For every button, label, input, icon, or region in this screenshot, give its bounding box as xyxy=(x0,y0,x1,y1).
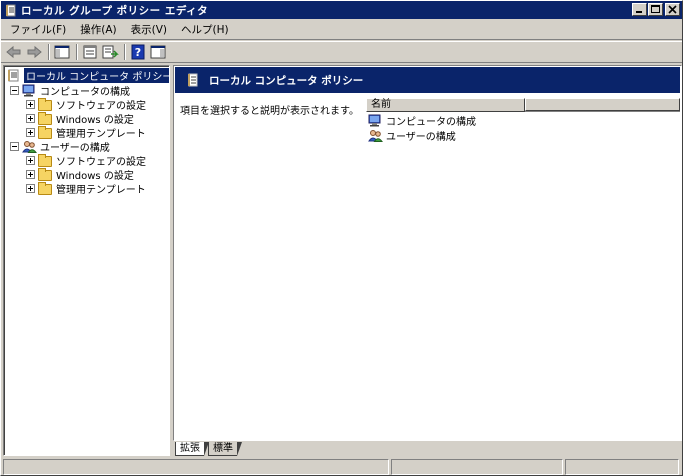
menu-file[interactable]: ファイル(F) xyxy=(3,21,73,39)
folder-icon xyxy=(38,125,53,139)
back-button[interactable] xyxy=(5,44,23,60)
toolbar-separator xyxy=(76,44,78,60)
window-title: ローカル グループ ポリシー エディタ xyxy=(21,4,209,17)
users-icon xyxy=(368,129,383,142)
show-hide-action-pane-button[interactable] xyxy=(149,44,167,60)
users-icon xyxy=(22,140,37,153)
tree-label-user-config: ユーザーの構成 xyxy=(40,142,110,154)
menu-help[interactable]: ヘルプ(H) xyxy=(174,21,236,39)
tree-item-computer-admin-templates[interactable]: 管理用テンプレート xyxy=(26,125,146,140)
minimize-icon xyxy=(636,11,642,13)
details-header: ローカル コンピュータ ポリシー xyxy=(175,67,680,93)
column-header-name[interactable]: 名前 xyxy=(366,98,525,112)
minimize-button[interactable] xyxy=(632,3,647,16)
tree-item-user-admin-templates[interactable]: 管理用テンプレート xyxy=(26,181,146,196)
status-cell-main xyxy=(3,459,389,475)
caption-buttons xyxy=(631,3,680,16)
forward-arrow-icon xyxy=(27,45,42,59)
menu-bar: ファイル(F) 操作(A) 表示(V) ヘルプ(H) xyxy=(1,20,682,40)
tree-item-user-windows-settings[interactable]: Windows の設定 xyxy=(26,167,134,182)
show-hide-tree-icon xyxy=(54,45,70,59)
tree-item-computer-windows-settings[interactable]: Windows の設定 xyxy=(26,111,134,126)
export-list-icon xyxy=(102,45,119,59)
folder-icon xyxy=(38,181,53,195)
policy-editor-icon xyxy=(5,4,18,17)
list-item[interactable]: コンピュータの構成 xyxy=(366,113,680,128)
column-header-filler xyxy=(525,98,680,111)
computer-icon xyxy=(22,84,37,97)
tree-label: ソフトウェアの設定 xyxy=(56,156,146,168)
policy-document-icon xyxy=(187,73,199,87)
status-cell-2 xyxy=(391,459,563,475)
list-item-label: ユーザーの構成 xyxy=(386,131,456,143)
toolbar-separator xyxy=(48,44,50,60)
show-hide-tree-button[interactable] xyxy=(53,44,71,60)
view-tabs: 拡張 標準 xyxy=(175,442,242,456)
tab-standard[interactable]: 標準 xyxy=(208,442,242,456)
forward-button[interactable] xyxy=(25,44,43,60)
expand-icon[interactable] xyxy=(26,99,35,109)
toolbar: ? xyxy=(1,41,682,63)
help-button[interactable]: ? xyxy=(129,44,147,60)
computer-icon xyxy=(368,114,383,127)
description-text: 項目を選択すると説明が表示されます。 xyxy=(180,106,359,117)
details-pane[interactable]: ローカル コンピュータ ポリシー 項目を選択すると説明が表示されます。 名前 コ… xyxy=(173,65,682,441)
back-arrow-icon xyxy=(6,45,21,59)
collapse-icon[interactable] xyxy=(10,85,19,95)
toolbar-separator xyxy=(124,44,126,60)
details-title: ローカル コンピュータ ポリシー xyxy=(209,74,364,87)
svg-text:?: ? xyxy=(135,46,141,59)
folder-icon xyxy=(38,111,53,125)
tree-label: ソフトウェアの設定 xyxy=(56,100,146,112)
tree-item-root[interactable]: ローカル コンピュータ ポリシー xyxy=(6,66,169,84)
status-bar xyxy=(3,459,681,475)
menu-action[interactable]: 操作(A) xyxy=(73,21,123,39)
folder-icon xyxy=(38,167,53,181)
console-tree[interactable]: ローカル コンピュータ ポリシー コンピュータの構成 ソフトウェアの設定 Win… xyxy=(3,65,170,456)
tree-item-computer-config[interactable]: コンピュータの構成 xyxy=(10,83,130,98)
export-list-button[interactable] xyxy=(101,44,119,60)
app-window: ローカル グループ ポリシー エディタ ファイル(F) 操作(A) 表示(V) … xyxy=(0,0,683,476)
maximize-button[interactable] xyxy=(648,3,663,16)
maximize-icon xyxy=(651,5,660,13)
collapse-icon[interactable] xyxy=(10,141,19,151)
properties-icon xyxy=(83,45,97,59)
tree-item-user-config[interactable]: ユーザーの構成 xyxy=(10,139,110,154)
list-item-label: コンピュータの構成 xyxy=(386,116,476,128)
item-list[interactable]: 名前 コンピュータの構成 ユーザーの構成 xyxy=(366,98,680,143)
tree-label: 管理用テンプレート xyxy=(56,128,146,140)
expand-icon[interactable] xyxy=(26,113,35,123)
close-icon xyxy=(668,5,677,14)
title-bar[interactable]: ローカル グループ ポリシー エディタ xyxy=(1,1,682,19)
tree-item-computer-software-settings[interactable]: ソフトウェアの設定 xyxy=(26,97,146,112)
show-hide-action-pane-icon xyxy=(150,45,166,59)
expand-icon[interactable] xyxy=(26,127,35,137)
list-header: 名前 xyxy=(366,98,680,112)
tree-label-computer-config: コンピュータの構成 xyxy=(40,86,130,98)
expand-icon[interactable] xyxy=(26,169,35,179)
status-cell-3 xyxy=(565,459,679,475)
expand-icon[interactable] xyxy=(26,155,35,165)
tree-label-root[interactable]: ローカル コンピュータ ポリシー xyxy=(22,66,169,84)
tab-extended[interactable]: 拡張 xyxy=(175,442,209,456)
policy-document-icon xyxy=(6,69,21,82)
properties-button[interactable] xyxy=(81,44,99,60)
folder-icon xyxy=(38,153,53,167)
folder-icon xyxy=(38,97,53,111)
list-item[interactable]: ユーザーの構成 xyxy=(366,128,680,143)
tree-label: Windows の設定 xyxy=(56,114,134,126)
close-button[interactable] xyxy=(665,3,680,16)
tree-label: 管理用テンプレート xyxy=(56,184,146,196)
menu-view[interactable]: 表示(V) xyxy=(124,21,174,39)
expand-icon[interactable] xyxy=(26,183,35,193)
tree-item-user-software-settings[interactable]: ソフトウェアの設定 xyxy=(26,153,146,168)
tree-label: Windows の設定 xyxy=(56,170,134,182)
help-icon: ? xyxy=(131,44,145,60)
